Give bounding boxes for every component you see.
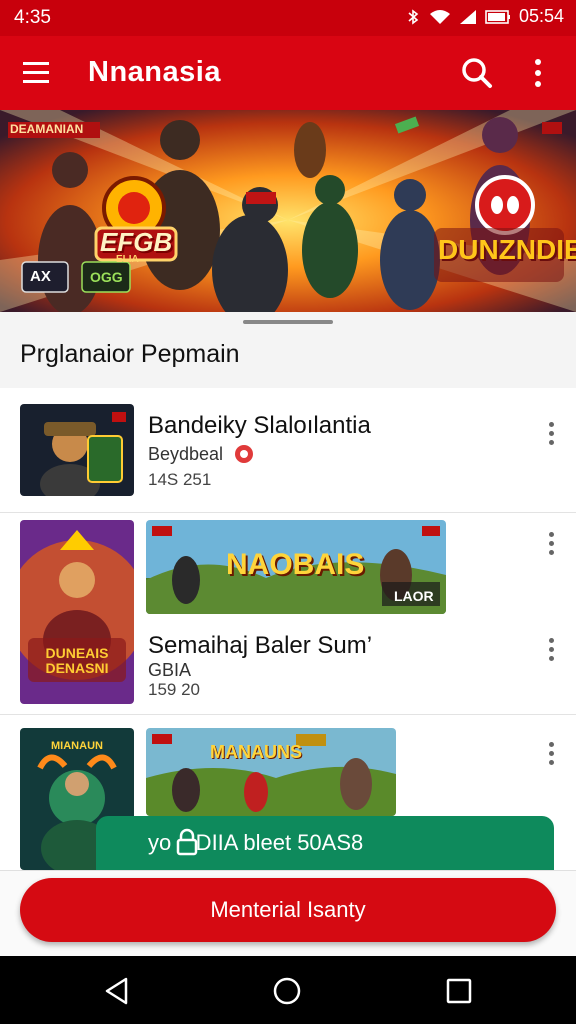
item-subtitle: GBIA <box>148 660 192 680</box>
promo-banner[interactable]: DEAMANIAN EFGB ELIA DUNZNDIE AX OGG <box>0 110 576 312</box>
item-overflow-icon[interactable] <box>544 420 558 448</box>
banner-corner-text: DEAMANIAN <box>10 122 84 136</box>
hamburger-menu-icon[interactable] <box>20 58 54 88</box>
lock-icon <box>176 828 198 856</box>
status-time: 4:35 <box>14 7 51 28</box>
item-title[interactable]: Semaihaj Baler Sum’ <box>148 632 372 660</box>
signal-icon <box>459 9 476 24</box>
back-icon[interactable] <box>102 976 132 1006</box>
primary-action-button[interactable]: Menterial Isanty <box>20 878 556 942</box>
banner-left-sub: ELIA <box>116 254 139 265</box>
banner-artwork <box>0 110 576 312</box>
search-icon[interactable] <box>458 54 496 92</box>
item-meta: 159 20 <box>148 680 200 699</box>
item-overflow-icon[interactable] <box>544 636 558 664</box>
battery-icon <box>485 9 510 24</box>
item-subtitle: Beydbeal <box>148 444 224 464</box>
item-thumbnail[interactable] <box>20 520 134 704</box>
game-list: Bandeiky Slaloılantia Beydbeal 14S 251 D… <box>0 388 576 870</box>
recents-icon[interactable] <box>444 976 474 1006</box>
banner-badge-green: OGG <box>90 269 123 285</box>
wifi-icon <box>429 9 450 24</box>
item-overflow-icon[interactable] <box>544 740 558 768</box>
item-title[interactable]: Bandeiky Slaloılantia <box>148 412 371 440</box>
system-nav-bar <box>0 956 576 1024</box>
section-title: Prglanaior Pepmain <box>20 340 240 368</box>
item-thumb-text: MIANAUN <box>51 740 103 752</box>
item-overflow-icon[interactable] <box>544 530 558 558</box>
banner-badge-ax: AX <box>30 268 51 285</box>
bluetooth-icon <box>408 8 419 25</box>
banner-right-logo: DUNZNDIE <box>438 234 576 265</box>
divider <box>0 714 576 715</box>
status-icons: 05:54 <box>405 6 564 27</box>
app-title: Nnanasia <box>88 56 221 88</box>
item-meta: 14S 251 <box>148 470 212 489</box>
divider <box>0 512 576 513</box>
snackbar[interactable]: yo DIIA bleet 50AS8 <box>96 816 554 870</box>
item-banner-text: NAOBAIS <box>226 548 365 581</box>
item-thumbnail[interactable] <box>20 404 134 496</box>
status-clock: 05:54 <box>518 6 564 26</box>
home-icon[interactable] <box>272 976 302 1006</box>
app-bar: Nnanasia <box>0 36 576 110</box>
status-bar: 4:35 05:54 <box>0 0 576 36</box>
red-badge-icon <box>235 445 253 463</box>
item-banner-text: MANAUNS <box>210 742 302 762</box>
item-thumb-text: DUNEAIS DENASNI <box>45 645 109 676</box>
item-banner-tag: LAOR <box>394 588 434 604</box>
more-vert-icon[interactable] <box>526 56 550 90</box>
drag-handle[interactable] <box>243 320 333 324</box>
